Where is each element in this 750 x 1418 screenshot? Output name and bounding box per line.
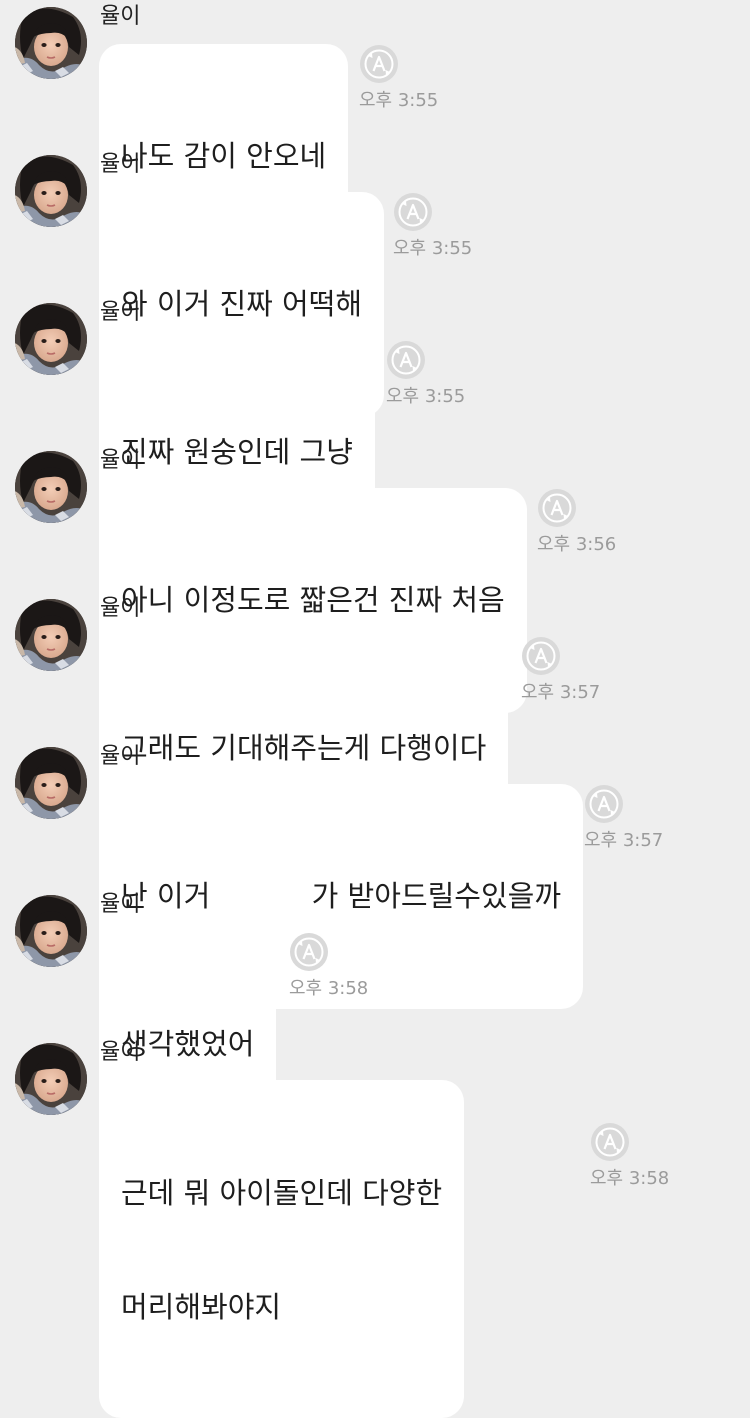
timestamp: 오후 3:58 bbox=[289, 978, 369, 999]
avatar[interactable] bbox=[15, 451, 87, 523]
translate-a-icon[interactable] bbox=[393, 192, 433, 232]
avatar[interactable] bbox=[15, 747, 87, 819]
chat-message: 율이 와 이거 진짜 어떡해 오후 3:55 bbox=[0, 152, 750, 417]
chat-message: 율이 나도 감이 안오네 오후 3:55 bbox=[0, 4, 750, 269]
message-meta: 오후 3:58 bbox=[590, 1122, 680, 1192]
sender-name: 율이 bbox=[100, 596, 141, 621]
translate-a-icon[interactable] bbox=[590, 1122, 630, 1162]
avatar[interactable] bbox=[15, 1043, 87, 1115]
chat-message: 율이 아니 이정도로 짧은건 진짜 처음 오후 3:56 bbox=[0, 448, 750, 713]
sender-name: 율이 bbox=[100, 4, 141, 29]
avatar[interactable] bbox=[15, 303, 87, 375]
message-meta: 오후 3:55 bbox=[359, 44, 449, 114]
timestamp: 오후 3:55 bbox=[386, 386, 466, 407]
translate-a-icon[interactable] bbox=[521, 636, 561, 676]
chat-message: 율이 그래도 기대해주는게 다행이다 오후 3:57 bbox=[0, 596, 750, 861]
translate-a-icon[interactable] bbox=[537, 488, 577, 528]
translate-a-icon[interactable] bbox=[289, 932, 329, 972]
chat-message: 율이 진짜 원숭인데 그냥 오후 3:55 bbox=[0, 300, 750, 565]
translate-a-icon[interactable] bbox=[386, 340, 426, 380]
message-meta: 오후 3:56 bbox=[537, 488, 627, 558]
message-text: 근데 뭐 아이돌인데 다양한 bbox=[121, 1176, 443, 1210]
sender-name: 율이 bbox=[100, 744, 141, 769]
sender-name: 율이 bbox=[100, 892, 141, 917]
message-bubble[interactable]: 근데 뭐 아이돌인데 다양한 머리해봐야지 bbox=[99, 1080, 465, 1418]
translate-a-icon[interactable] bbox=[584, 784, 624, 824]
message-meta: 오후 3:55 bbox=[386, 340, 476, 410]
message-meta: 오후 3:55 bbox=[393, 192, 483, 262]
sender-name: 율이 bbox=[100, 152, 141, 177]
avatar[interactable] bbox=[15, 895, 87, 967]
avatar[interactable] bbox=[15, 155, 87, 227]
message-meta: 오후 3:57 bbox=[521, 636, 611, 706]
avatar[interactable] bbox=[15, 599, 87, 671]
chat-message-list: 율이 나도 감이 안오네 오후 3:55 율이 와 이거 진짜 어떡해 오후 3… bbox=[0, 0, 750, 1418]
sender-name: 율이 bbox=[100, 300, 141, 325]
chat-message: 율이 난 이거 가 받아드릴수있을까 오후 3:57 bbox=[0, 744, 750, 1009]
message-text: 머리해봐야지 bbox=[121, 1290, 282, 1324]
chat-message: 율이 생각했었어 오후 3:58 bbox=[0, 892, 750, 1157]
sender-name: 율이 bbox=[100, 448, 141, 473]
sender-name: 율이 bbox=[100, 1040, 141, 1065]
timestamp: 오후 3:57 bbox=[584, 830, 664, 851]
timestamp: 오후 3:55 bbox=[393, 238, 473, 259]
timestamp: 오후 3:58 bbox=[590, 1168, 670, 1189]
timestamp: 오후 3:55 bbox=[359, 90, 439, 111]
timestamp: 오후 3:56 bbox=[537, 534, 617, 555]
message-meta: 오후 3:58 bbox=[289, 932, 379, 1002]
timestamp: 오후 3:57 bbox=[521, 682, 601, 703]
chat-message: 율이 근데 뭐 아이돌인데 다양한 머리해봐야지 오후 3:58 bbox=[0, 1040, 750, 1418]
message-meta: 오후 3:57 bbox=[584, 784, 674, 854]
avatar[interactable] bbox=[15, 7, 87, 79]
translate-a-icon[interactable] bbox=[359, 44, 399, 84]
